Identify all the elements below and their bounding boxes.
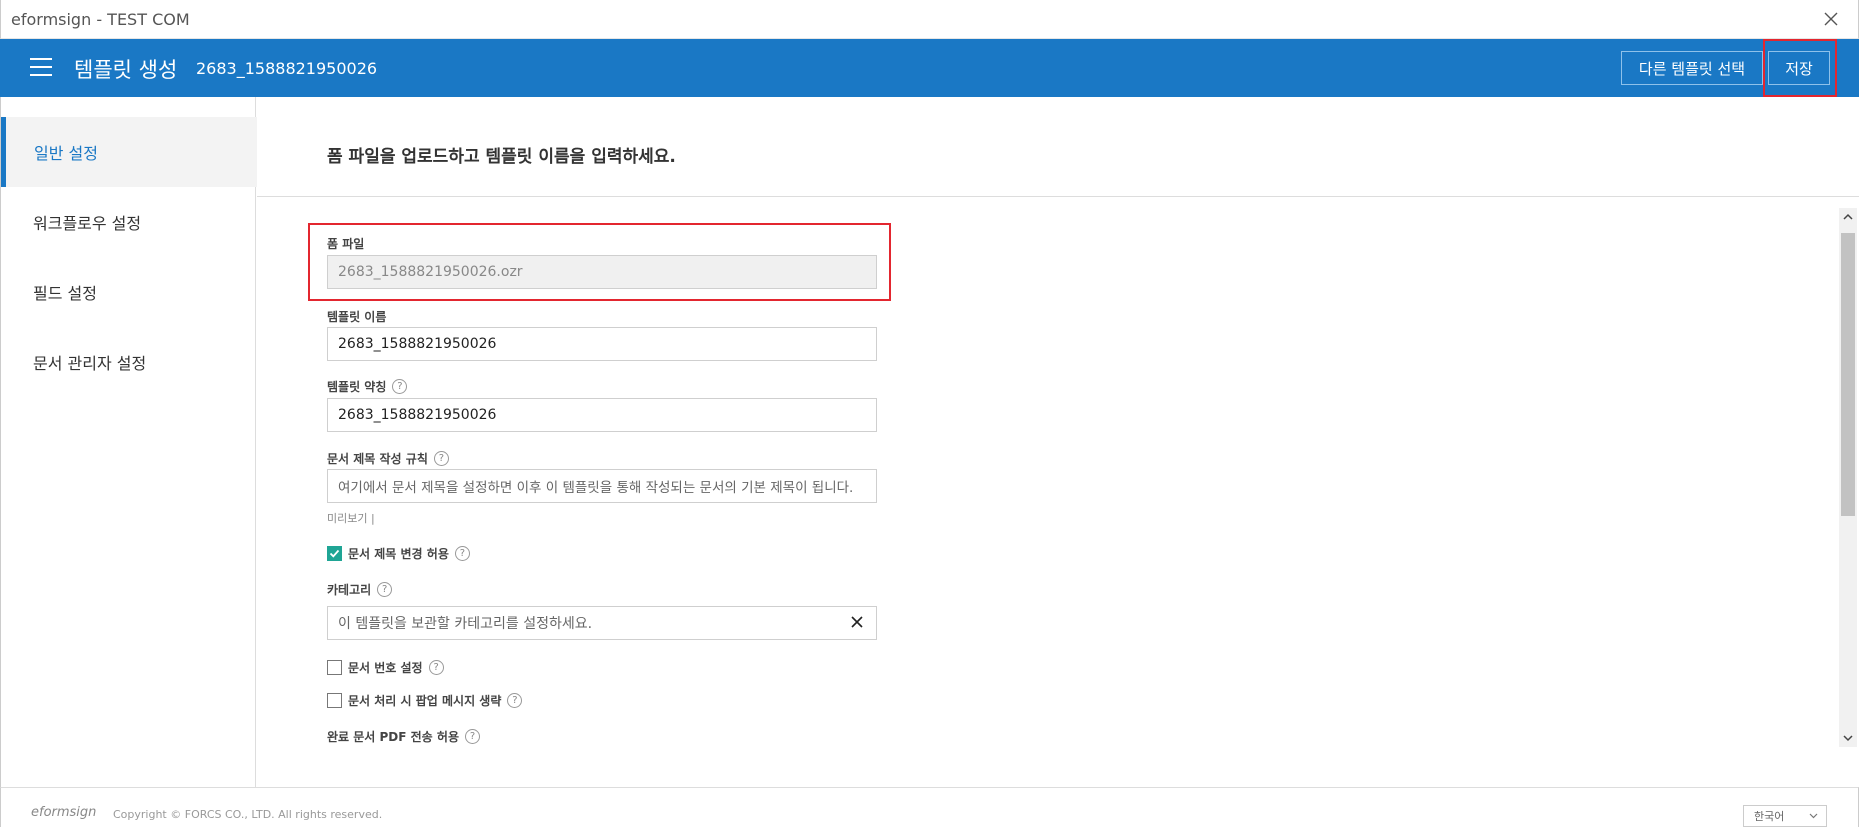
checkbox-box[interactable] bbox=[327, 660, 342, 675]
scroll-down-icon[interactable] bbox=[1839, 729, 1857, 747]
doc-number-label: 문서 번호 설정 bbox=[348, 661, 423, 675]
help-icon[interactable]: ? bbox=[433, 451, 449, 466]
allow-title-change-label: 문서 제목 변경 허용 bbox=[348, 547, 449, 561]
language-value: 한국어 bbox=[1754, 810, 1785, 823]
general-settings-form: 폼 파일 2683_1588821950026.ozr 템플릿 이름 2683_… bbox=[257, 198, 1839, 787]
category-label: 카테고리 ? bbox=[327, 581, 393, 598]
clear-icon[interactable] bbox=[850, 615, 864, 629]
menu-icon[interactable] bbox=[30, 58, 52, 78]
doc-title-rule-label-text: 문서 제목 작성 규칙 bbox=[327, 452, 428, 466]
footer-copyright: Copyright © FORCS CO., LTD. All rights r… bbox=[113, 808, 383, 821]
skip-popup-label: 문서 처리 시 팝업 메시지 생략 bbox=[348, 694, 502, 708]
category-input[interactable]: 이 템플릿을 보관할 카테고리를 설정하세요. bbox=[327, 606, 877, 640]
window-close-button[interactable] bbox=[1818, 6, 1844, 32]
chevron-down-icon bbox=[1809, 813, 1818, 819]
select-other-template-button[interactable]: 다른 템플릿 선택 bbox=[1621, 51, 1763, 85]
page-title: 템플릿 생성 bbox=[74, 58, 178, 82]
help-icon[interactable]: ? bbox=[454, 546, 470, 561]
window-titlebar: eformsign - TEST COM bbox=[0, 0, 1859, 39]
doc-number-checkbox[interactable]: 문서 번호 설정 ? bbox=[327, 659, 444, 676]
main-header: 폼 파일을 업로드하고 템플릿 이름을 입력하세요. bbox=[257, 97, 1859, 197]
category-label-text: 카테고리 bbox=[327, 583, 372, 597]
save-button[interactable]: 저장 bbox=[1768, 51, 1830, 85]
skip-popup-checkbox[interactable]: 문서 처리 시 팝업 메시지 생략 ? bbox=[327, 692, 523, 709]
sidebar-item-doc-manager[interactable]: 문서 관리자 설정 bbox=[1, 327, 257, 397]
form-file-field: 2683_1588821950026.ozr bbox=[327, 255, 877, 289]
doc-title-rule-input[interactable]: 여기에서 문서 제목을 설정하면 이후 이 템플릿을 통해 작성되는 문서의 기… bbox=[327, 469, 877, 503]
template-name-input[interactable]: 2683_1588821950026 bbox=[327, 327, 877, 361]
check-icon[interactable] bbox=[327, 546, 342, 561]
sidebar-item-general[interactable]: 일반 설정 bbox=[1, 117, 257, 187]
footer: eformsign Copyright © FORCS CO., LTD. Al… bbox=[0, 787, 1859, 827]
template-abbr-label: 템플릿 약칭 ? bbox=[327, 378, 408, 395]
form-file-label: 폼 파일 bbox=[327, 237, 365, 251]
allow-title-change-checkbox[interactable]: 문서 제목 변경 허용 ? bbox=[327, 545, 470, 562]
checkbox-box[interactable] bbox=[327, 693, 342, 708]
window-title: eformsign - TEST COM bbox=[11, 10, 190, 29]
help-icon[interactable]: ? bbox=[377, 582, 393, 597]
help-icon[interactable]: ? bbox=[428, 660, 444, 675]
pdf-send-label: 완료 문서 PDF 전송 허용 ? bbox=[327, 728, 480, 745]
sidebar-item-fields[interactable]: 필드 설정 bbox=[1, 257, 257, 327]
sidebar-item-workflow[interactable]: 워크플로우 설정 bbox=[1, 187, 257, 257]
vertical-scrollbar[interactable] bbox=[1839, 208, 1857, 747]
scroll-thumb[interactable] bbox=[1841, 233, 1855, 516]
scroll-up-icon[interactable] bbox=[1839, 208, 1857, 226]
category-placeholder: 이 템플릿을 보관할 카테고리를 설정하세요. bbox=[338, 616, 593, 632]
help-icon[interactable]: ? bbox=[392, 379, 408, 394]
language-select[interactable]: 한국어 bbox=[1743, 805, 1827, 827]
template-id: 2683_1588821950026 bbox=[196, 59, 378, 78]
app-header: 템플릿 생성 2683_1588821950026 다른 템플릿 선택 저장 bbox=[0, 39, 1859, 97]
footer-logo: eformsign bbox=[31, 805, 97, 820]
doc-title-rule-label: 문서 제목 작성 규칙 ? bbox=[327, 450, 449, 467]
sidebar: 일반 설정 워크플로우 설정 필드 설정 문서 관리자 설정 bbox=[0, 97, 257, 787]
close-icon bbox=[1824, 12, 1838, 26]
preview-label: 미리보기 | bbox=[327, 512, 375, 525]
help-icon[interactable]: ? bbox=[465, 729, 480, 744]
section-instruction: 폼 파일을 업로드하고 템플릿 이름을 입력하세요. bbox=[327, 147, 676, 167]
help-icon[interactable]: ? bbox=[507, 693, 523, 708]
template-abbr-label-text: 템플릿 약칭 bbox=[327, 380, 387, 394]
template-name-label: 템플릿 이름 bbox=[327, 310, 387, 324]
pdf-send-label-text: 완료 문서 PDF 전송 허용 bbox=[327, 730, 459, 744]
template-abbr-input[interactable]: 2683_1588821950026 bbox=[327, 398, 877, 432]
